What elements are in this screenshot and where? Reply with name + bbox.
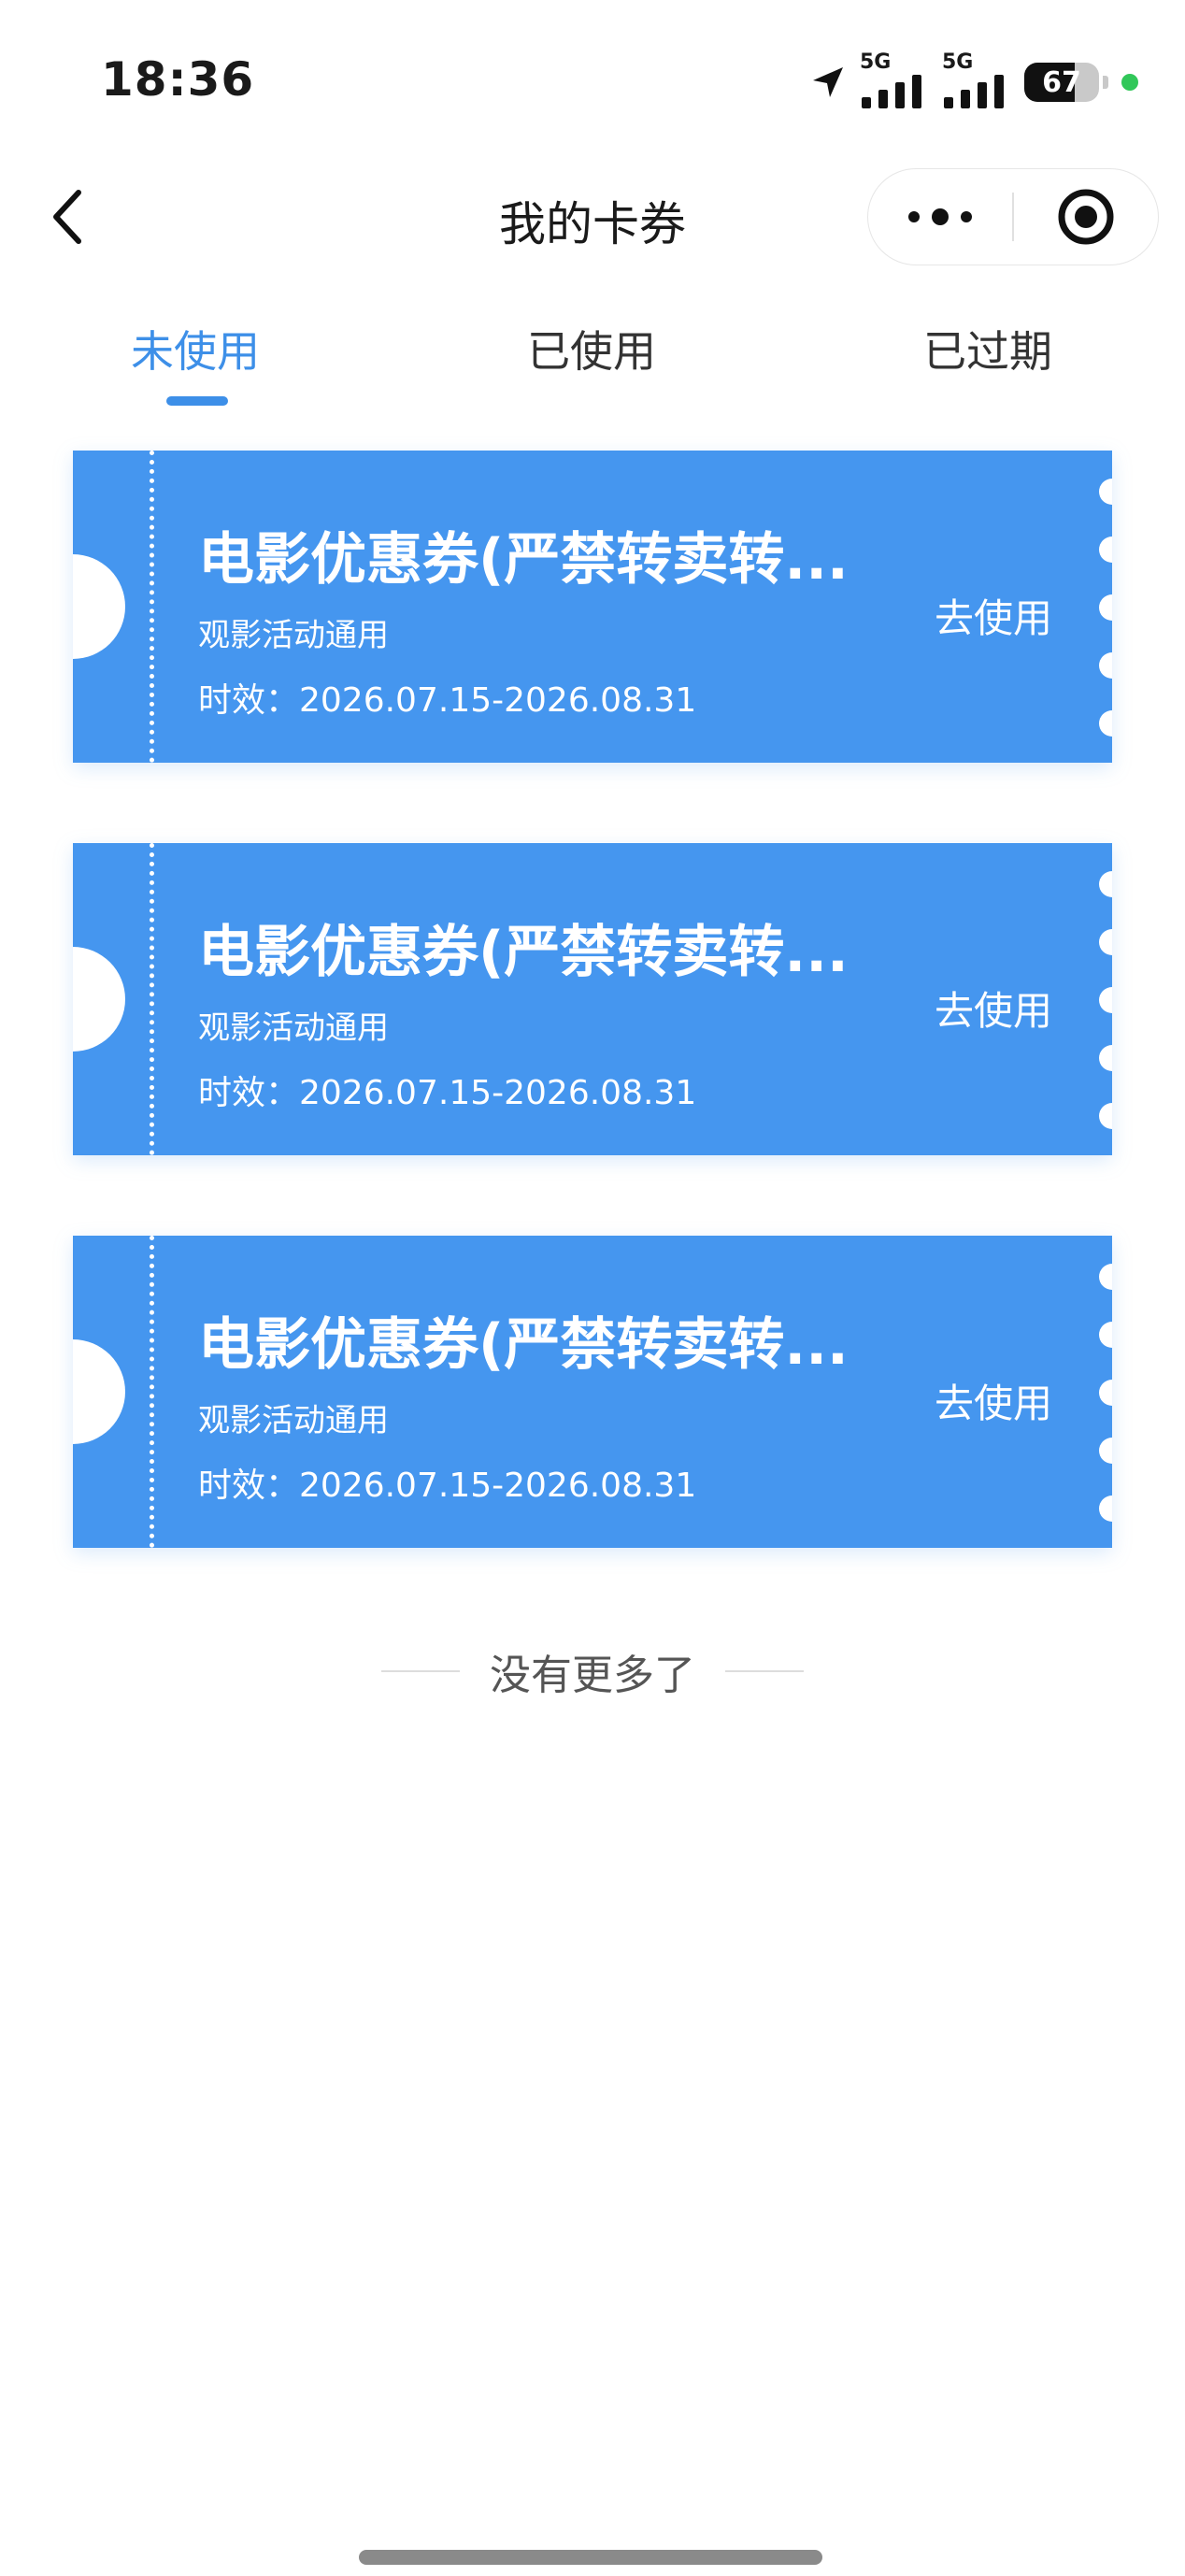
coupon-card[interactable]: 电影优惠券(严禁转卖转... 观影活动通用 时效：2026.07.15-2026… [73, 1236, 1112, 1548]
list-end-indicator: 没有更多了 [0, 1641, 1185, 1701]
coupon-validity: 时效：2026.07.15-2026.08.31 [198, 1074, 697, 1112]
battery-cap [1103, 76, 1108, 89]
coupon-title: 电影优惠券(严禁转卖转... [198, 1312, 849, 1378]
coupon-validity: 时效：2026.07.15-2026.08.31 [198, 1467, 697, 1505]
network-type-label-2: 5G [942, 50, 974, 74]
tab-used[interactable]: 已使用 [527, 318, 656, 379]
coupon-title: 电影优惠券(严禁转卖转... [198, 920, 849, 985]
divider-left [381, 1670, 460, 1672]
use-coupon-button[interactable]: 去使用 [935, 1372, 1052, 1429]
home-indicator[interactable] [359, 2550, 822, 2565]
tab-unused[interactable]: 未使用 [131, 318, 260, 379]
miniprogram-capsule [867, 168, 1159, 265]
coupon-title: 电影优惠券(严禁转卖转... [198, 527, 849, 593]
cellular-signal-2: 5G [942, 50, 1011, 108]
coupon-scope: 观影活动通用 [198, 1402, 389, 1439]
coupon-card[interactable]: 电影优惠券(严禁转卖转... 观影活动通用 时效：2026.07.15-2026… [73, 451, 1112, 763]
use-coupon-button[interactable]: 去使用 [935, 587, 1052, 644]
battery-icon: 67 [1024, 63, 1099, 102]
coupon-perforation [150, 843, 154, 1155]
more-dots-icon [908, 208, 972, 225]
location-arrow-icon [813, 67, 843, 97]
coupon-card[interactable]: 电影优惠券(严禁转卖转... 观影活动通用 时效：2026.07.15-2026… [73, 843, 1112, 1155]
network-type-label-1: 5G [860, 50, 892, 74]
more-button[interactable] [868, 169, 1012, 265]
coupon-scope: 观影活动通用 [198, 1009, 389, 1047]
coupon-scope: 观影活动通用 [198, 617, 389, 654]
active-tab-indicator [166, 396, 228, 406]
privacy-indicator-dot [1121, 74, 1138, 91]
divider-right [725, 1670, 804, 1672]
no-more-text: 没有更多了 [490, 1652, 695, 1699]
target-icon [1058, 189, 1114, 245]
close-miniprogram-button[interactable] [1014, 169, 1158, 265]
tab-expired[interactable]: 已过期 [923, 318, 1052, 379]
coupon-perforation [150, 451, 154, 763]
cellular-signal-1: 5G [860, 50, 929, 108]
status-time: 18:36 [101, 52, 255, 107]
use-coupon-button[interactable]: 去使用 [935, 980, 1052, 1037]
coupon-validity: 时效：2026.07.15-2026.08.31 [198, 681, 697, 720]
coupon-perforation [150, 1236, 154, 1548]
battery-percent: 67 [1042, 65, 1081, 99]
signal-bars-icon [944, 75, 1004, 108]
signal-bars-icon [862, 75, 921, 108]
status-indicators: 5G 5G 67 [809, 50, 1138, 108]
